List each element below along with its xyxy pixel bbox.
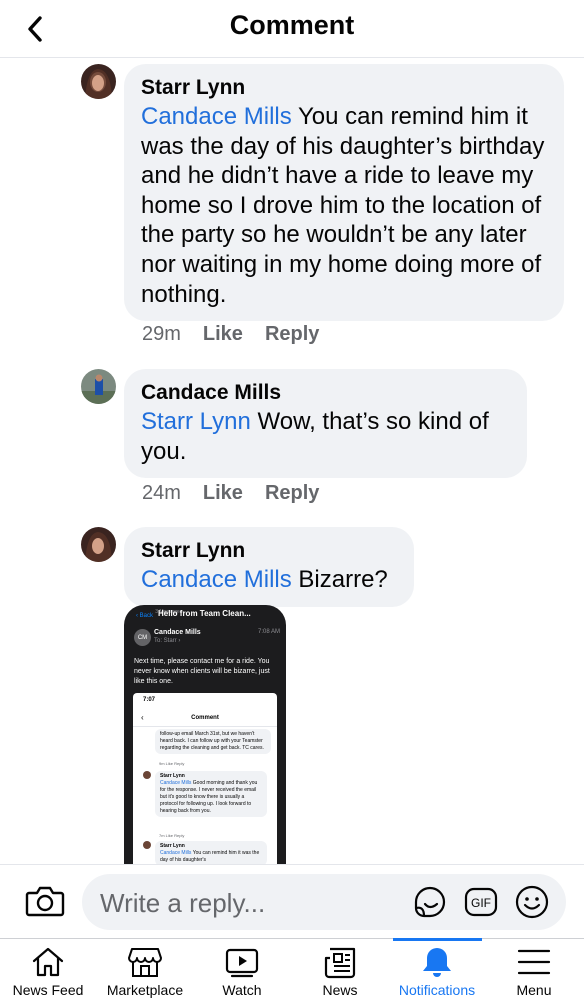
page-title: Comment <box>229 10 355 40</box>
tab-label: News <box>322 982 358 998</box>
emoji-button[interactable] <box>514 884 550 920</box>
avatar <box>143 841 151 849</box>
tab-label: Marketplace <box>106 982 184 998</box>
tab-label: News Feed <box>12 982 84 998</box>
comment-bubble[interactable]: Starr Lynn Candace Mills Bizarre? <box>124 527 414 607</box>
mail-time: 7:08 AM <box>257 629 280 635</box>
mail-header: CM Candace Mills To: Starr › 7:08 AM <box>134 629 280 651</box>
tab-notifications[interactable]: Notifications <box>392 939 482 1000</box>
bottom-tab-bar: News Feed Marketplace Watch News Notific… <box>0 938 584 1000</box>
sticker-button[interactable] <box>412 884 448 920</box>
watch-icon <box>225 948 259 978</box>
camera-button[interactable] <box>25 883 65 919</box>
emoji-icon <box>515 885 549 919</box>
avatar[interactable] <box>81 527 116 562</box>
menu-icon <box>517 949 551 975</box>
mention-link[interactable]: Candace Mills <box>141 103 292 130</box>
attached-screenshot[interactable]: ‹ Back 3 Messages Hello from Team Clean.… <box>124 605 286 864</box>
marketplace-icon <box>128 948 162 977</box>
sticker-icon <box>414 886 446 918</box>
svg-text:GIF: GIF <box>471 896 491 910</box>
tab-menu[interactable]: Menu <box>489 939 579 1000</box>
tab-label: Notifications <box>398 982 476 998</box>
mention-link[interactable]: Candace Mills <box>141 566 292 593</box>
recipient: To: Starr › <box>154 638 181 644</box>
comment-bubble[interactable]: Candace Mills Starr Lynn Wow, that’s so … <box>124 369 527 479</box>
home-icon <box>32 947 64 977</box>
comment-text: Starr Lynn Wow, that’s so kind of you. <box>141 408 489 465</box>
bell-icon <box>423 948 451 977</box>
comment-author[interactable]: Starr Lynn <box>141 537 396 565</box>
reply-composer: Write a reply... GIF <box>0 864 584 938</box>
reply-placeholder: Write a reply... <box>100 888 266 918</box>
tab-news[interactable]: News <box>295 939 385 1000</box>
reply-button[interactable]: Reply <box>265 323 319 346</box>
embedded-screenshot: 7:07 ‹ Comment follow-up email March 31s… <box>133 693 277 864</box>
mail-body: Next time, please contact me for a ride.… <box>134 658 270 685</box>
mention-link[interactable]: Starr Lynn <box>141 408 251 435</box>
camera-icon <box>25 886 65 917</box>
sender-avatar: CM <box>134 629 151 646</box>
header: Comment <box>0 0 584 58</box>
news-icon <box>324 947 356 979</box>
avatar[interactable] <box>81 64 116 99</box>
comment-text: Candace Mills You can remind him it was … <box>141 103 545 308</box>
like-button[interactable]: Like <box>203 323 243 346</box>
reply-button[interactable]: Reply <box>265 482 319 505</box>
tab-marketplace[interactable]: Marketplace <box>100 939 190 1000</box>
sender-name: Candace Mills <box>154 629 201 636</box>
tab-watch[interactable]: Watch <box>197 939 287 1000</box>
gif-button[interactable]: GIF <box>464 885 498 919</box>
comment-bubble[interactable]: Starr Lynn Candace Mills You can remind … <box>124 64 564 322</box>
comment-author[interactable]: Candace Mills <box>141 379 509 407</box>
tab-label: Menu <box>516 982 552 998</box>
reply-input[interactable]: Write a reply... GIF <box>82 874 566 930</box>
avatar <box>143 771 151 779</box>
comment-text: Candace Mills Bizarre? <box>141 566 388 593</box>
gif-icon: GIF <box>464 887 498 917</box>
comment-meta: 29m Like Reply <box>142 323 319 346</box>
avatar[interactable] <box>81 369 116 404</box>
comment-author[interactable]: Starr Lynn <box>141 74 546 102</box>
mail-subject: Hello from Team Clean... <box>158 609 251 618</box>
tab-label: Watch <box>222 982 262 998</box>
comment-thread[interactable]: Starr Lynn Candace Mills You can remind … <box>0 58 584 864</box>
like-button[interactable]: Like <box>203 482 243 505</box>
tab-news-feed[interactable]: News Feed <box>3 939 93 1000</box>
comment-time: 29m <box>142 323 181 345</box>
comment-meta: 24m Like Reply <box>142 482 319 505</box>
comment-time: 24m <box>142 482 181 504</box>
